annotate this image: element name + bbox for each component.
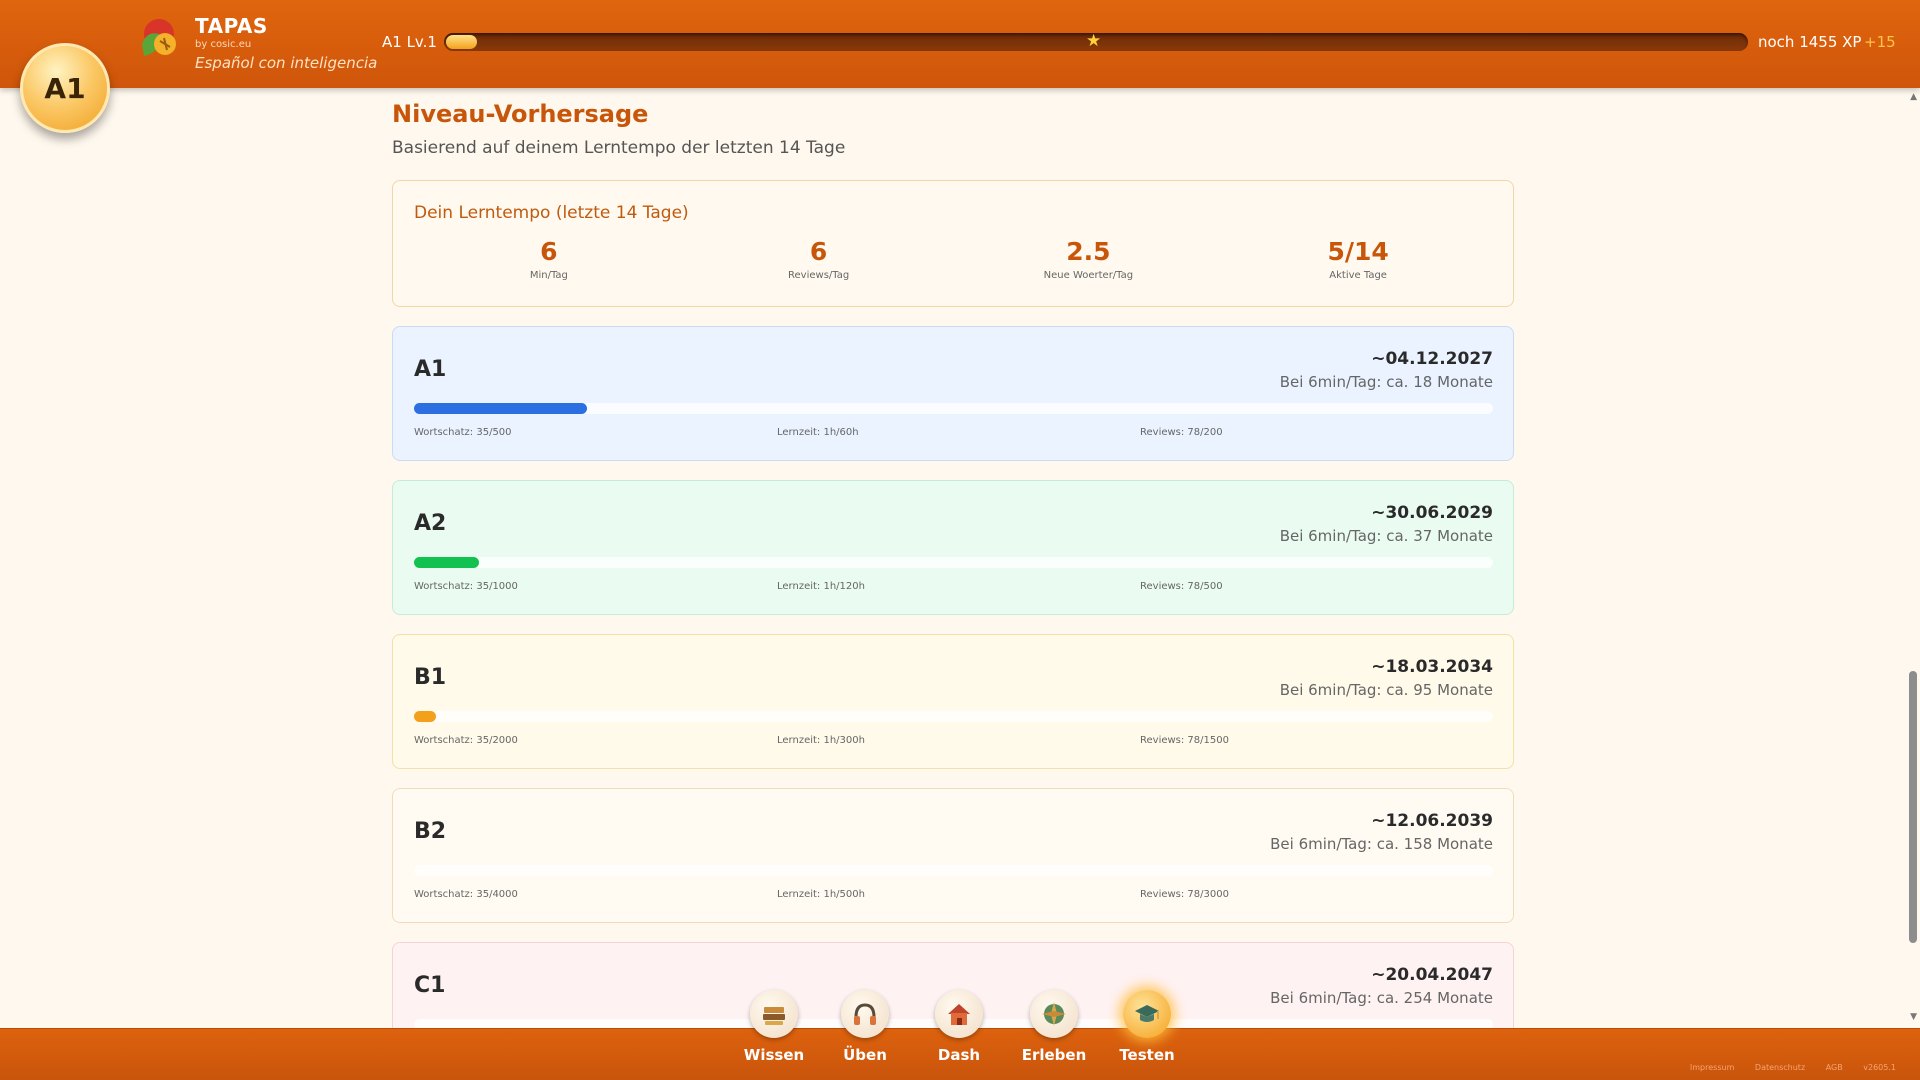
level-progress-bar <box>414 711 1493 722</box>
level-estimate: Bei 6min/Tag: ca. 95 Monate <box>1279 681 1493 699</box>
page-title: Niveau-Vorhersage <box>392 100 649 128</box>
level-vocab: Wortschatz: 35/4000 <box>414 889 518 900</box>
level-progress-bar <box>414 865 1493 876</box>
footer-version: v2605.1 <box>1863 1063 1896 1072</box>
level-badge[interactable]: A1 <box>20 43 110 133</box>
xp-progress-fill <box>446 35 478 49</box>
learning-tempo-card: Dein Lerntempo (letzte 14 Tage) 6 Min/Ta… <box>392 180 1514 307</box>
footer-link-impressum[interactable]: Impressum <box>1690 1063 1734 1072</box>
footer-link-agb[interactable]: AGB <box>1826 1063 1843 1072</box>
nav-item-testen[interactable]: Testen <box>1102 990 1192 1064</box>
xp-level-label: A1 Lv.1 <box>382 33 437 51</box>
star-icon: ★ <box>1086 31 1102 51</box>
level-name: A2 <box>414 511 447 536</box>
level-progress-fill <box>414 711 436 722</box>
level-progress-fill <box>414 557 479 568</box>
level-estimate: Bei 6min/Tag: ca. 158 Monate <box>1270 835 1493 853</box>
stat-value: 6 <box>540 237 558 266</box>
level-date: ~18.03.2034 <box>1371 657 1493 677</box>
stat-label: Neue Woerter/Tag <box>1043 270 1134 281</box>
nav-item-dash[interactable]: Dash <box>914 990 1004 1064</box>
tapas-logo[interactable] <box>134 14 184 64</box>
house-icon <box>935 990 983 1038</box>
brand-tagline: Español con inteligencia <box>195 54 378 72</box>
footer-links: Impressum Datenschutz AGB v2605.1 <box>1672 1063 1896 1072</box>
stat-label: Aktive Tage <box>1329 270 1387 281</box>
level-time: Lernzeit: 1h/60h <box>777 427 859 438</box>
headphones-icon <box>841 990 889 1038</box>
stat-value: 6 <box>809 237 828 266</box>
footer-link-datenschutz[interactable]: Datenschutz <box>1755 1063 1805 1072</box>
level-progress-bar <box>414 557 1493 568</box>
stat-reviews: 6 Reviews/Tag <box>684 237 954 281</box>
scroll-up-icon[interactable]: ▲ <box>1910 92 1917 102</box>
level-date: ~04.12.2027 <box>1371 349 1493 369</box>
stat-label: Reviews/Tag <box>788 270 850 281</box>
nav-label: Dash <box>937 1046 981 1064</box>
xp-gain: +15 <box>1864 33 1896 51</box>
tempo-stats: 6 Min/Tag 6 Reviews/Tag 2.5 Neue Woerter… <box>414 237 1493 281</box>
nav-label: Wissen <box>743 1046 805 1064</box>
graduation-cap-icon <box>1123 990 1171 1038</box>
stat-value: 2.5 <box>1066 237 1111 266</box>
level-reviews: Reviews: 78/3000 <box>1140 889 1229 900</box>
level-time: Lernzeit: 1h/500h <box>777 889 865 900</box>
level-time: Lernzeit: 1h/120h <box>777 581 865 592</box>
level-name: A1 <box>414 357 447 382</box>
stat-minutes: 6 Min/Tag <box>414 237 684 281</box>
stat-label: Min/Tag <box>529 270 568 281</box>
xp-remaining: noch 1455 XP <box>1758 33 1862 51</box>
level-date: ~30.06.2029 <box>1371 503 1493 523</box>
brand-by: by cosic.eu <box>195 39 252 50</box>
level-card-b2[interactable]: B2 ~12.06.2039 Bei 6min/Tag: ca. 158 Mon… <box>392 788 1514 923</box>
nav-label: Testen <box>1119 1046 1175 1064</box>
level-estimate: Bei 6min/Tag: ca. 18 Monate <box>1279 373 1493 391</box>
nav-label: Erleben <box>1021 1046 1087 1064</box>
stat-value: 5/14 <box>1327 237 1389 266</box>
level-reviews: Reviews: 78/1500 <box>1140 735 1229 746</box>
level-card-a1[interactable]: A1 ~04.12.2027 Bei 6min/Tag: ca. 18 Mona… <box>392 326 1514 461</box>
main-content: Niveau-Vorhersage Basierend auf deinem L… <box>392 88 1514 1077</box>
nav-item-ueben[interactable]: Üben <box>820 990 910 1064</box>
level-vocab: Wortschatz: 35/1000 <box>414 581 518 592</box>
brand-name: TAPAS <box>195 14 268 38</box>
tempo-title: Dein Lerntempo (letzte 14 Tage) <box>414 203 689 223</box>
nav-item-erleben[interactable]: Erleben <box>1009 990 1099 1064</box>
stat-active-days: 5/14 Aktive Tage <box>1223 237 1493 281</box>
level-name: B1 <box>414 665 447 690</box>
compass-icon <box>1030 990 1078 1038</box>
stat-new-words: 2.5 Neue Woerter/Tag <box>954 237 1224 281</box>
page-subtitle: Basierend auf deinem Lerntempo der letzt… <box>392 138 846 158</box>
level-date: ~20.04.2047 <box>1371 965 1493 985</box>
top-header: TAPAS by cosic.eu Español con inteligenc… <box>0 0 1920 88</box>
level-name: B2 <box>414 819 447 844</box>
books-icon <box>750 990 798 1038</box>
nav-label: Üben <box>843 1046 887 1064</box>
xp-progress-bar: ★ <box>444 31 1748 51</box>
level-estimate: Bei 6min/Tag: ca. 37 Monate <box>1279 527 1493 545</box>
level-reviews: Reviews: 78/200 <box>1140 427 1223 438</box>
level-vocab: Wortschatz: 35/500 <box>414 427 512 438</box>
level-reviews: Reviews: 78/500 <box>1140 581 1223 592</box>
level-progress-fill <box>414 403 587 414</box>
scrollbar-thumb[interactable] <box>1909 671 1917 943</box>
nav-item-wissen[interactable]: Wissen <box>729 990 819 1064</box>
level-time: Lernzeit: 1h/300h <box>777 735 865 746</box>
level-card-a2[interactable]: A2 ~30.06.2029 Bei 6min/Tag: ca. 37 Mona… <box>392 480 1514 615</box>
bottom-navigation: Wissen Üben Dash Erleben Testen <box>0 990 1920 1080</box>
level-date: ~12.06.2039 <box>1371 811 1493 831</box>
level-vocab: Wortschatz: 35/2000 <box>414 735 518 746</box>
level-card-b1[interactable]: B1 ~18.03.2034 Bei 6min/Tag: ca. 95 Mona… <box>392 634 1514 769</box>
level-progress-bar <box>414 403 1493 414</box>
